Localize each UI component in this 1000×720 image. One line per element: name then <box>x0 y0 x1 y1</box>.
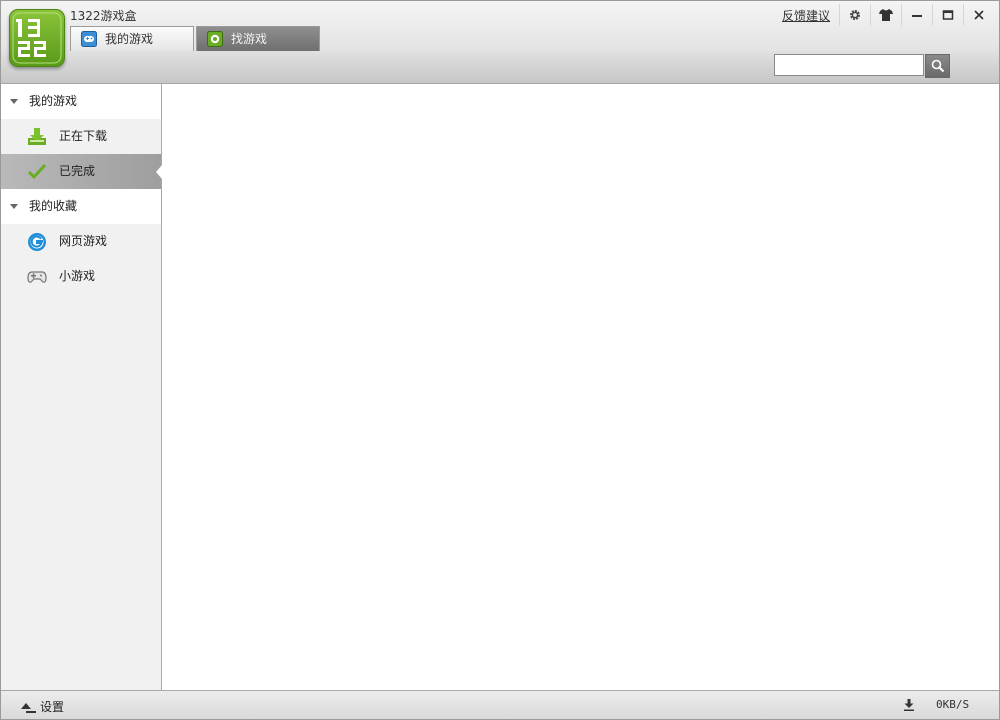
sidebar-item-label: 小游戏 <box>59 269 96 283</box>
search-icon <box>931 59 944 73</box>
section-my-games[interactable]: 我的游戏 <box>1 84 161 119</box>
sidebar-item-label: 正在下载 <box>59 129 108 143</box>
web-game-icon <box>28 233 46 251</box>
logo-1322-icon <box>12 12 62 64</box>
section-title: 我的收藏 <box>29 199 78 213</box>
minimize-icon <box>912 15 922 17</box>
sidebar: 我的游戏 正在下载 已完成 我的收藏 网页游戏 小游戏 <box>1 84 162 690</box>
download-speed-icon <box>904 699 914 711</box>
maximize-icon <box>942 10 954 20</box>
section-title: 我的游戏 <box>29 94 78 108</box>
gamepad-icon <box>27 271 47 283</box>
tab-my-games[interactable]: 我的游戏 <box>70 26 194 51</box>
search-input[interactable] <box>774 54 924 76</box>
close-icon <box>974 10 984 20</box>
tab-find-games[interactable]: 找游戏 <box>196 26 320 51</box>
maximize-button[interactable] <box>932 4 963 26</box>
download-icon <box>28 128 46 145</box>
status-bar: 设置 0KB/S <box>1 690 999 719</box>
minimize-button[interactable] <box>901 4 932 26</box>
gamepad-tab-icon <box>81 31 97 47</box>
main-content-area <box>162 84 999 690</box>
gear-icon <box>850 10 860 20</box>
shirt-icon <box>879 9 893 21</box>
feedback-link[interactable]: 反馈建议 <box>782 7 830 24</box>
sidebar-item-label: 已完成 <box>59 164 96 178</box>
download-speed: 0KB/S <box>936 698 970 711</box>
section-favorites[interactable]: 我的收藏 <box>1 189 161 224</box>
toolbar <box>1 51 999 84</box>
eject-icon <box>21 703 36 713</box>
sidebar-item-downloading[interactable]: 正在下载 <box>1 119 161 154</box>
app-logo <box>9 9 65 67</box>
search-button[interactable] <box>925 54 950 78</box>
sidebar-item-label: 网页游戏 <box>59 234 108 248</box>
tab-label: 我的游戏 <box>105 32 154 46</box>
settings-button[interactable]: 设置 <box>21 697 64 715</box>
collapse-arrow-icon <box>10 204 18 209</box>
collapse-arrow-icon <box>10 99 18 104</box>
title-bar: 1322游戏盒 我的游戏 找游戏 反馈建议 <box>1 1 999 51</box>
check-icon <box>27 163 47 180</box>
sidebar-item-completed[interactable]: 已完成 <box>1 154 162 189</box>
app-title: 1322游戏盒 <box>70 9 137 23</box>
close-button[interactable] <box>963 4 994 26</box>
app-window: 1322游戏盒 我的游戏 找游戏 反馈建议 我的游戏 正在下载 已完成 我的收藏… <box>0 0 1000 720</box>
skin-button[interactable] <box>870 4 901 26</box>
sidebar-item-mini-games[interactable]: 小游戏 <box>1 259 161 294</box>
find-game-tab-icon <box>207 31 223 47</box>
settings-gear-button[interactable] <box>839 4 870 26</box>
tab-label: 找游戏 <box>231 32 268 46</box>
settings-label: 设置 <box>40 699 65 714</box>
sidebar-item-web-games[interactable]: 网页游戏 <box>1 224 161 259</box>
